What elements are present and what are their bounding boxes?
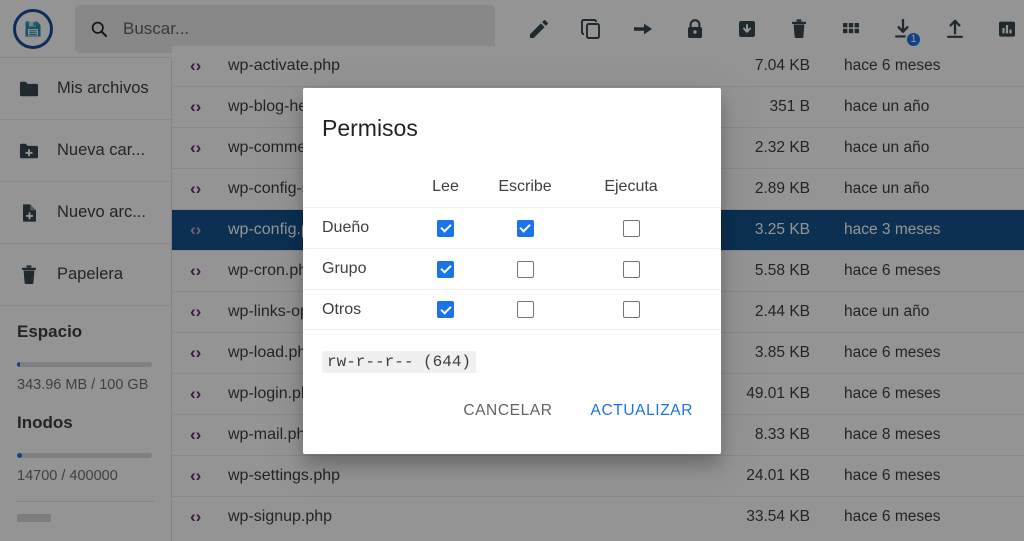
update-button[interactable]: ACTUALIZAR bbox=[581, 394, 703, 428]
dialog-title: Permisos bbox=[303, 88, 721, 142]
dialog-actions: CANCELAR ACTUALIZAR bbox=[303, 394, 721, 454]
column-header-write: Escribe bbox=[498, 178, 551, 196]
checkbox-group-read[interactable] bbox=[437, 261, 454, 278]
checkbox-others-execute[interactable] bbox=[623, 301, 640, 318]
permissions-row-label: Dueño bbox=[322, 219, 419, 237]
checkbox-owner-read[interactable] bbox=[437, 220, 454, 237]
checkbox-owner-write[interactable] bbox=[517, 220, 534, 237]
permissions-code: rw-r--r-- (644) bbox=[322, 351, 476, 373]
permissions-table: Lee Escribe Ejecuta Dueño Grupo Otros bbox=[303, 178, 721, 330]
checkbox-group-write[interactable] bbox=[517, 261, 534, 278]
permissions-row-others: Otros bbox=[303, 289, 721, 330]
permissions-dialog: Permisos Lee Escribe Ejecuta Dueño Grupo bbox=[303, 88, 721, 454]
file-manager-app: 1 bbox=[0, 0, 1024, 541]
column-header-execute: Ejecuta bbox=[604, 178, 657, 196]
cancel-button[interactable]: CANCELAR bbox=[453, 394, 562, 428]
checkbox-others-read[interactable] bbox=[437, 301, 454, 318]
permissions-header-row: Lee Escribe Ejecuta bbox=[303, 178, 721, 207]
permissions-row-group: Grupo bbox=[303, 248, 721, 289]
permissions-row-owner: Dueño bbox=[303, 207, 721, 248]
column-header-read: Lee bbox=[432, 178, 459, 196]
checkbox-owner-execute[interactable] bbox=[623, 220, 640, 237]
permissions-row-label: Grupo bbox=[322, 260, 419, 278]
checkbox-others-write[interactable] bbox=[517, 301, 534, 318]
checkbox-group-execute[interactable] bbox=[623, 261, 640, 278]
permissions-row-label: Otros bbox=[322, 301, 419, 319]
